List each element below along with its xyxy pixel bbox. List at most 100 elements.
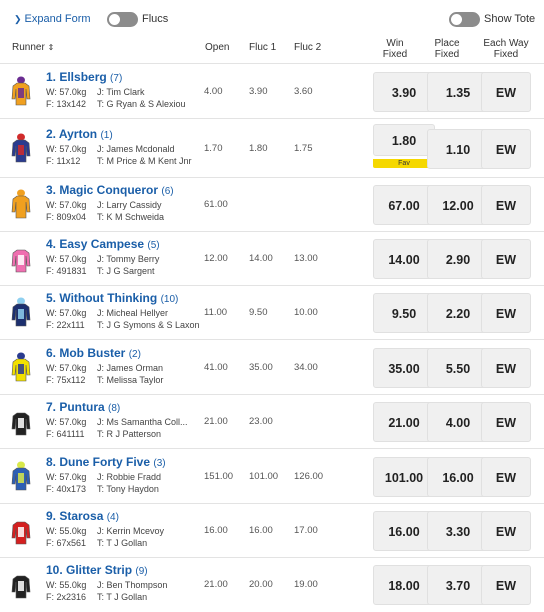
- place-fixed-button[interactable]: 12.00: [427, 185, 489, 225]
- fluc1-price: 35.00: [249, 361, 273, 373]
- weight: W: 55.0kg: [46, 526, 87, 536]
- barrier: (2): [128, 348, 141, 360]
- weight: W: 55.0kg: [46, 580, 87, 590]
- runner-form-trainer: F: 40x173 T: Tony Haydon: [46, 484, 159, 494]
- jockey: J: James Mcdonald: [97, 143, 175, 154]
- weight: W: 57.0kg: [46, 308, 87, 318]
- expand-form-button[interactable]: ❯ Expand Form: [14, 13, 91, 25]
- runner-name[interactable]: 7. Puntura (8): [46, 400, 120, 414]
- runner-row: 5. Without Thinking (10) W: 57.0kg J: Mic…: [0, 285, 544, 340]
- runner-weight-jockey: W: 55.0kg J: Kerrin Mcevoy: [46, 526, 164, 536]
- fluc1-price: 16.00: [249, 525, 273, 536]
- runner-name[interactable]: 2. Ayrton (1): [46, 127, 113, 141]
- fav-badge: Fav: [373, 159, 435, 168]
- place-fixed-header: Place Fixed: [434, 38, 460, 60]
- runner-name[interactable]: 6. Mob Buster (2): [46, 346, 141, 360]
- runner-name[interactable]: 1. Ellsberg (7): [46, 70, 122, 84]
- runner-name[interactable]: 5. Without Thinking (10): [46, 291, 178, 305]
- runner-form-trainer: F: 641111 T: R J Patterson: [46, 429, 161, 439]
- barrier: (6): [161, 186, 174, 197]
- fluc1-price: 1.80: [249, 142, 268, 154]
- flucs-toggle[interactable]: [107, 12, 138, 27]
- open-header: Open: [205, 42, 230, 53]
- each-way-button[interactable]: EW: [481, 456, 531, 497]
- place-fixed-button[interactable]: 3.30: [427, 511, 489, 551]
- jockey: J: Kerrin Mcevoy: [97, 526, 165, 536]
- runner-name[interactable]: 4. Easy Campese (5): [46, 237, 160, 251]
- runner-row: 6. Mob Buster (2) W: 57.0kg J: James Orma…: [0, 339, 544, 395]
- show-tote-label: Show Tote: [484, 13, 536, 25]
- win-fixed-button[interactable]: 9.50: [373, 293, 435, 333]
- jockey: J: Ms Samantha Coll...: [97, 417, 188, 427]
- win-fixed-button[interactable]: 101.00: [373, 456, 435, 497]
- red-star-silk-icon: [11, 515, 31, 545]
- weight: W: 57.0kg: [46, 143, 87, 154]
- runner-weight-jockey: W: 57.0kg J: James Mcdonald: [46, 143, 175, 154]
- column-header: Runner ⇕ Open Fluc 1 Fluc 2 Win Fixed Pla…: [0, 38, 544, 63]
- runner-form-trainer: F: 11x12 T: M Price & M Kent Jnr: [46, 155, 192, 166]
- form: F: 809x04: [46, 212, 87, 222]
- win-fixed-button[interactable]: 18.00: [373, 565, 435, 605]
- runner-weight-jockey: W: 57.0kg J: Tim Clark: [46, 87, 145, 97]
- runner-weight-jockey: W: 57.0kg J: Tommy Berry: [46, 254, 159, 264]
- each-way-button[interactable]: EW: [481, 347, 531, 388]
- fluc1-price: 9.50: [249, 307, 268, 318]
- win-fixed-button[interactable]: 67.00: [373, 185, 435, 225]
- trainer: T: G Ryan & S Alexiou: [97, 98, 186, 109]
- runner-sort-header[interactable]: Runner ⇕: [12, 42, 54, 53]
- each-way-button[interactable]: EW: [481, 511, 531, 551]
- jockey: J: Micheal Hellyer: [97, 308, 169, 318]
- runner-name[interactable]: 9. Starosa (4): [46, 509, 119, 523]
- show-tote-toggle[interactable]: [449, 12, 480, 27]
- barrier: (3): [153, 457, 166, 469]
- place-fixed-button[interactable]: 5.50: [427, 347, 489, 388]
- fluc1-price: 3.90: [249, 85, 268, 97]
- each-way-button[interactable]: EW: [481, 402, 531, 442]
- place-fixed-button[interactable]: 2.90: [427, 239, 489, 279]
- runner-form-trainer: F: 75x112 T: Melissa Taylor: [46, 374, 163, 385]
- trainer: T: T J Gollan: [97, 538, 148, 548]
- fluc2-header: Fluc 2: [294, 42, 322, 53]
- win-fixed-button[interactable]: 3.90: [373, 71, 435, 112]
- each-way-button[interactable]: EW: [481, 565, 531, 605]
- jockey: J: Tim Clark: [97, 86, 145, 97]
- weight: W: 57.0kg: [46, 417, 87, 427]
- open-price: 11.00: [204, 307, 228, 318]
- win-fixed-button[interactable]: 1.80: [373, 124, 435, 156]
- blue-yellow-check-silk-icon: [11, 461, 31, 490]
- form: F: 22x111: [46, 320, 85, 330]
- place-fixed-button[interactable]: 1.35: [427, 71, 489, 112]
- weight: W: 57.0kg: [46, 254, 87, 264]
- win-fixed-button[interactable]: 35.00: [373, 347, 435, 388]
- form: F: 75x112: [46, 374, 86, 385]
- runner-weight-jockey: W: 57.0kg J: Larry Cassidy: [46, 200, 162, 210]
- place-fixed-button[interactable]: 3.70: [427, 565, 489, 605]
- place-fixed-button[interactable]: 1.10: [427, 128, 489, 169]
- open-price: 151.00: [204, 470, 234, 482]
- place-fixed-button[interactable]: 4.00: [427, 402, 489, 442]
- chevron-down-icon: ❯: [14, 14, 22, 24]
- each-way-button[interactable]: EW: [481, 71, 531, 112]
- each-way-button[interactable]: EW: [481, 293, 531, 333]
- runner-name[interactable]: 10. Glitter Strip (9): [46, 563, 148, 577]
- win-fixed-header: Win Fixed: [382, 38, 408, 60]
- each-way-button[interactable]: EW: [481, 185, 531, 225]
- place-fixed-button[interactable]: 16.00: [427, 456, 489, 497]
- open-price: 61.00: [204, 199, 228, 210]
- runner-name[interactable]: 3. Magic Conqueror (6): [46, 183, 174, 197]
- each-way-button[interactable]: EW: [481, 128, 531, 169]
- pink-silk-icon: [11, 243, 31, 273]
- form: F: 11x12: [46, 155, 81, 166]
- place-fixed-button[interactable]: 2.20: [427, 293, 489, 333]
- fluc1-header: Fluc 1: [249, 42, 277, 53]
- fluc1-price: 23.00: [249, 416, 273, 427]
- flucs-label: Flucs: [142, 13, 169, 25]
- win-fixed-button[interactable]: 16.00: [373, 511, 435, 551]
- each-way-button[interactable]: EW: [481, 239, 531, 279]
- win-fixed-button[interactable]: 21.00: [373, 402, 435, 442]
- runner-name[interactable]: 8. Dune Forty Five (3): [46, 455, 166, 469]
- fluc2-price: 10.00: [294, 307, 318, 318]
- win-fixed-button[interactable]: 14.00: [373, 239, 435, 279]
- trainer: T: Melissa Taylor: [97, 374, 164, 385]
- fluc2-price: 1.75: [294, 142, 313, 154]
